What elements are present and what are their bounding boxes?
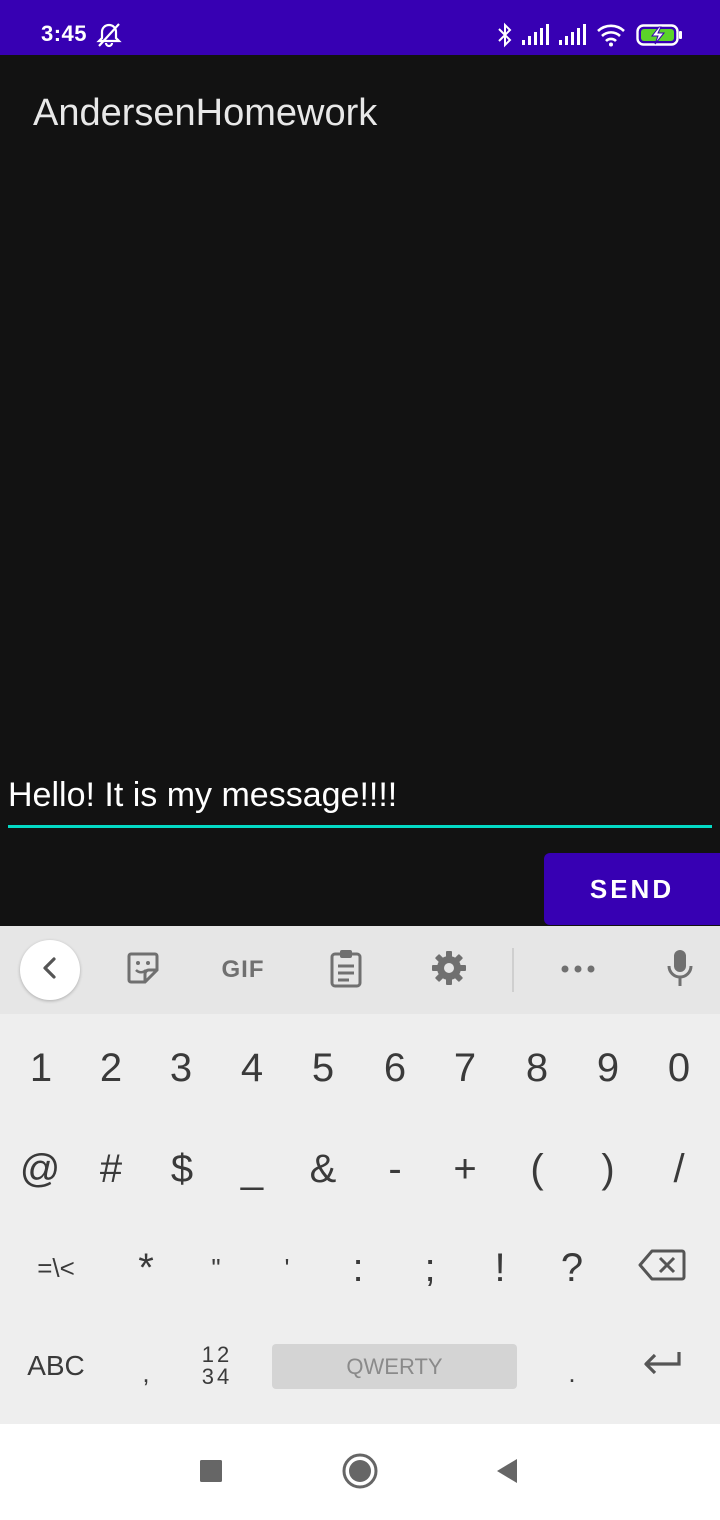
signal-icon [558,24,588,46]
toolbar-divider [512,948,514,992]
navigation-bar [0,1424,720,1520]
key-more-symbols[interactable]: =\< [16,1218,96,1318]
screen: 3:45 AndersenHomework Hello! It is my me… [0,0,720,1520]
key-at[interactable]: @ [5,1119,75,1219]
mic-icon [665,948,695,993]
key-close-paren[interactable]: ) [573,1119,643,1219]
status-bar: 3:45 [0,0,720,55]
clipboard-button[interactable] [316,940,376,1000]
home-icon [341,1452,379,1495]
key-9[interactable]: 9 [573,1018,643,1118]
mute-icon [95,22,123,48]
send-button[interactable]: SEND [544,853,720,925]
key-semicolon[interactable]: ; [395,1218,465,1318]
enter-icon [641,1344,683,1389]
recents-icon [199,1459,223,1488]
key-dollar[interactable]: $ [147,1119,217,1219]
key-abc[interactable]: ABC [16,1316,96,1416]
settings-button[interactable] [419,940,479,1000]
mic-button[interactable] [650,940,710,1000]
clipboard-icon [329,948,363,993]
key-double-quote[interactable]: " [181,1218,251,1318]
key-underscore[interactable]: _ [217,1119,287,1219]
key-7[interactable]: 7 [430,1018,500,1118]
recents-button[interactable] [186,1448,236,1498]
settings-icon [430,949,468,992]
key-6[interactable]: 6 [360,1018,430,1118]
numpad-top-label: 12 [201,1342,233,1367]
key-colon[interactable]: : [323,1218,393,1318]
wifi-icon [596,23,626,47]
keyboard-toolbar: GIF [0,926,720,1014]
key-question[interactable]: ? [537,1218,607,1318]
key-2[interactable]: 2 [76,1018,146,1118]
key-single-quote[interactable]: ' [252,1218,322,1318]
key-8[interactable]: 8 [502,1018,572,1118]
key-plus[interactable]: + [430,1119,500,1219]
key-open-paren[interactable]: ( [502,1119,572,1219]
back-icon [39,955,61,986]
key-4[interactable]: 4 [217,1018,287,1118]
key-1[interactable]: 1 [6,1018,76,1118]
home-button[interactable] [335,1448,385,1498]
nav-back-icon [494,1457,520,1490]
key-backspace[interactable] [626,1218,698,1318]
key-enter[interactable] [626,1316,698,1416]
keyboard-back-button[interactable] [20,940,80,1000]
status-time: 3:45 [41,21,88,46]
bluetooth-icon [496,22,514,48]
more-button[interactable] [548,940,608,1000]
keyboard-row-symbols: @ # $ _ & - + ( ) / [0,1119,720,1219]
numpad-bottom-label: 34 [201,1364,233,1389]
key-minus[interactable]: - [360,1119,430,1219]
gif-button[interactable]: GIF [213,940,273,1000]
key-space[interactable]: QWERTY [272,1344,517,1389]
key-numpad[interactable]: 12 34 [181,1316,253,1416]
keyboard-row-digits: 1 2 3 4 5 6 7 8 9 0 [0,1018,720,1118]
message-input[interactable] [8,776,712,815]
key-3[interactable]: 3 [146,1018,216,1118]
message-field[interactable] [8,770,712,828]
signal-icon [521,24,551,46]
more-icon [560,961,596,979]
app-title: AndersenHomework [33,92,378,134]
sticker-icon [125,950,161,991]
keyboard: GIF 1 2 3 4 5 6 7 8 9 0 @ # $ _ & - + (… [0,926,720,1424]
keyboard-row-punctuation: =\< * " ' : ; ! ? [0,1218,720,1318]
key-0[interactable]: 0 [644,1018,714,1118]
key-5[interactable]: 5 [288,1018,358,1118]
key-comma[interactable]: , [111,1316,181,1416]
battery-charging-icon [636,24,684,46]
key-slash[interactable]: / [644,1119,714,1219]
key-period[interactable]: . [537,1316,607,1416]
key-hash[interactable]: # [76,1119,146,1219]
key-exclamation[interactable]: ! [465,1218,535,1318]
sticker-button[interactable] [113,940,173,1000]
key-ampersand[interactable]: & [288,1119,358,1219]
key-asterisk[interactable]: * [111,1218,181,1318]
back-button[interactable] [482,1448,532,1498]
gif-icon: GIF [221,956,265,983]
backspace-icon [638,1246,686,1291]
